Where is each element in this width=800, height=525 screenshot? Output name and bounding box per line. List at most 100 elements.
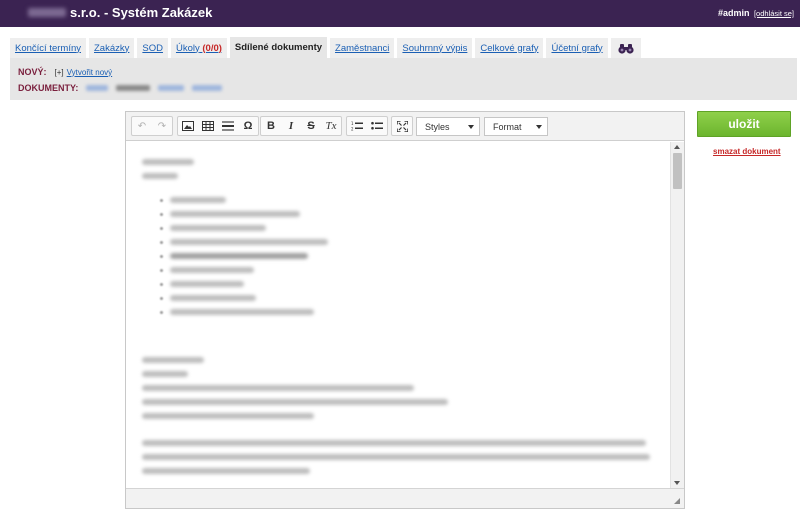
redacted-text-line <box>170 197 226 203</box>
list-bullet <box>160 269 163 272</box>
history-group: ↶ ↷ <box>131 116 173 136</box>
insert-group: Ω <box>177 116 259 136</box>
new-label: NOVÝ: <box>18 67 47 77</box>
format-dropdown-label: Format <box>493 121 522 132</box>
redacted-text-line <box>142 413 314 419</box>
special-char-button[interactable]: Ω <box>238 117 258 135</box>
main-tabs: Končící termíny Zakázky SOD Úkoly (0/0) … <box>10 37 644 58</box>
list-group: 12 <box>346 116 388 136</box>
app-title: s.r.o. - Systém Zakázek <box>28 5 212 20</box>
scroll-down-icon[interactable] <box>674 481 680 485</box>
redacted-text-line <box>170 309 314 315</box>
scrollbar-thumb[interactable] <box>673 153 682 189</box>
list-bullet <box>160 283 163 286</box>
table-icon <box>202 121 214 131</box>
resize-handle-icon[interactable] <box>674 498 680 504</box>
strike-icon: S <box>307 120 315 132</box>
basic-styles-group: B I S Tx <box>260 116 342 136</box>
documents-label: DOKUMENTY: <box>18 83 79 93</box>
tab-search[interactable] <box>610 38 641 58</box>
omega-icon: Ω <box>243 120 253 132</box>
redo-icon: ↷ <box>157 120 167 132</box>
chevron-down-icon <box>468 125 474 129</box>
styles-dropdown-label: Styles <box>425 121 450 132</box>
document-link-redacted[interactable] <box>158 85 185 91</box>
user-area: #admin [odhlásit se] <box>718 8 794 18</box>
redacted-text-line <box>142 357 204 363</box>
tab-tasks-label: Úkoly <box>175 42 200 54</box>
redacted-text-line <box>142 468 310 474</box>
list-bullet <box>160 199 163 202</box>
redacted-text-line <box>170 295 256 301</box>
list-bullet <box>160 213 163 216</box>
scroll-up-icon[interactable] <box>674 145 680 149</box>
tab-expiring-deadlines[interactable]: Končící termíny <box>10 38 86 58</box>
documents-row: DOKUMENTY: <box>18 83 230 93</box>
strike-button[interactable]: S <box>301 117 321 135</box>
tab-total-charts[interactable]: Celkové grafy <box>475 38 544 58</box>
list-bullet <box>160 255 163 258</box>
redo-button[interactable]: ↷ <box>152 117 172 135</box>
new-document-row: NOVÝ: [+] Vytvořit nový <box>18 67 112 77</box>
svg-text:1: 1 <box>351 121 354 126</box>
list-bullet <box>160 227 163 230</box>
editor-scrollbar[interactable] <box>670 142 684 488</box>
tab-shared-documents[interactable]: Sdílené dokumenty <box>229 37 328 58</box>
redacted-text-line <box>142 454 650 460</box>
horizontal-line-icon <box>222 121 234 131</box>
editor-toolbar: ↶ ↷ Ω B I S Tx 12 Styles Format <box>126 112 684 141</box>
redacted-text-line <box>170 253 308 259</box>
image-button[interactable] <box>178 117 198 135</box>
delete-document-link[interactable]: smazat dokument <box>713 147 781 156</box>
redacted-text-line <box>170 239 328 245</box>
redacted-text-line <box>142 385 414 391</box>
list-bullet <box>160 311 163 314</box>
editor-statusbar <box>126 488 684 508</box>
list-bullet <box>160 297 163 300</box>
documents-panel: NOVÝ: [+] Vytvořit nový DOKUMENTY: <box>10 58 797 100</box>
styles-dropdown[interactable]: Styles <box>416 117 480 136</box>
table-button[interactable] <box>198 117 218 135</box>
italic-button[interactable]: I <box>281 117 301 135</box>
top-bar: s.r.o. - Systém Zakázek #admin [odhlásit… <box>0 0 800 27</box>
redacted-text-line <box>170 211 300 217</box>
undo-icon: ↶ <box>137 120 147 132</box>
tab-tasks[interactable]: Úkoly (0/0) <box>170 38 227 58</box>
binoculars-icon <box>618 43 634 54</box>
logout-link[interactable]: [odhlásit se] <box>754 9 794 18</box>
undo-button[interactable]: ↶ <box>132 117 152 135</box>
document-current-redacted <box>116 85 151 91</box>
bulleted-list-icon <box>371 121 383 130</box>
redacted-text-line <box>142 440 646 446</box>
redacted-text-line <box>170 225 266 231</box>
svg-text:2: 2 <box>351 127 354 132</box>
remove-format-icon: Tx <box>325 120 337 132</box>
save-button[interactable]: uložit <box>697 111 791 137</box>
horizontal-line-button[interactable] <box>218 117 238 135</box>
list-bullet <box>160 241 163 244</box>
image-icon <box>182 121 194 131</box>
redacted-text-line <box>142 159 194 165</box>
bulleted-list-button[interactable] <box>367 117 387 135</box>
tab-tasks-count: (0/0) <box>202 42 222 54</box>
rich-text-editor: ↶ ↷ Ω B I S Tx 12 Styles Format <box>125 111 685 509</box>
tab-employees[interactable]: Zaměstnanci <box>330 38 395 58</box>
document-link-redacted[interactable] <box>192 85 223 91</box>
redacted-text-line <box>142 399 448 405</box>
redacted-text-line <box>170 281 244 287</box>
redacted-text-line <box>142 173 178 179</box>
remove-format-button[interactable]: Tx <box>321 117 341 135</box>
format-dropdown[interactable]: Format <box>484 117 548 136</box>
maximize-button[interactable] <box>392 117 412 135</box>
tab-sod[interactable]: SOD <box>137 38 168 58</box>
tab-accounting-charts[interactable]: Účetní grafy <box>546 38 608 58</box>
editor-content[interactable] <box>126 142 670 488</box>
create-new-link[interactable]: Vytvořit nový <box>67 68 113 77</box>
tab-orders[interactable]: Zakázky <box>89 38 135 58</box>
tab-summary[interactable]: Souhrnný výpis <box>397 38 473 58</box>
view-group <box>391 116 413 136</box>
bold-button[interactable]: B <box>261 117 281 135</box>
document-link-redacted[interactable] <box>86 85 109 91</box>
numbered-list-button[interactable]: 12 <box>347 117 367 135</box>
company-name-redacted <box>28 8 66 17</box>
